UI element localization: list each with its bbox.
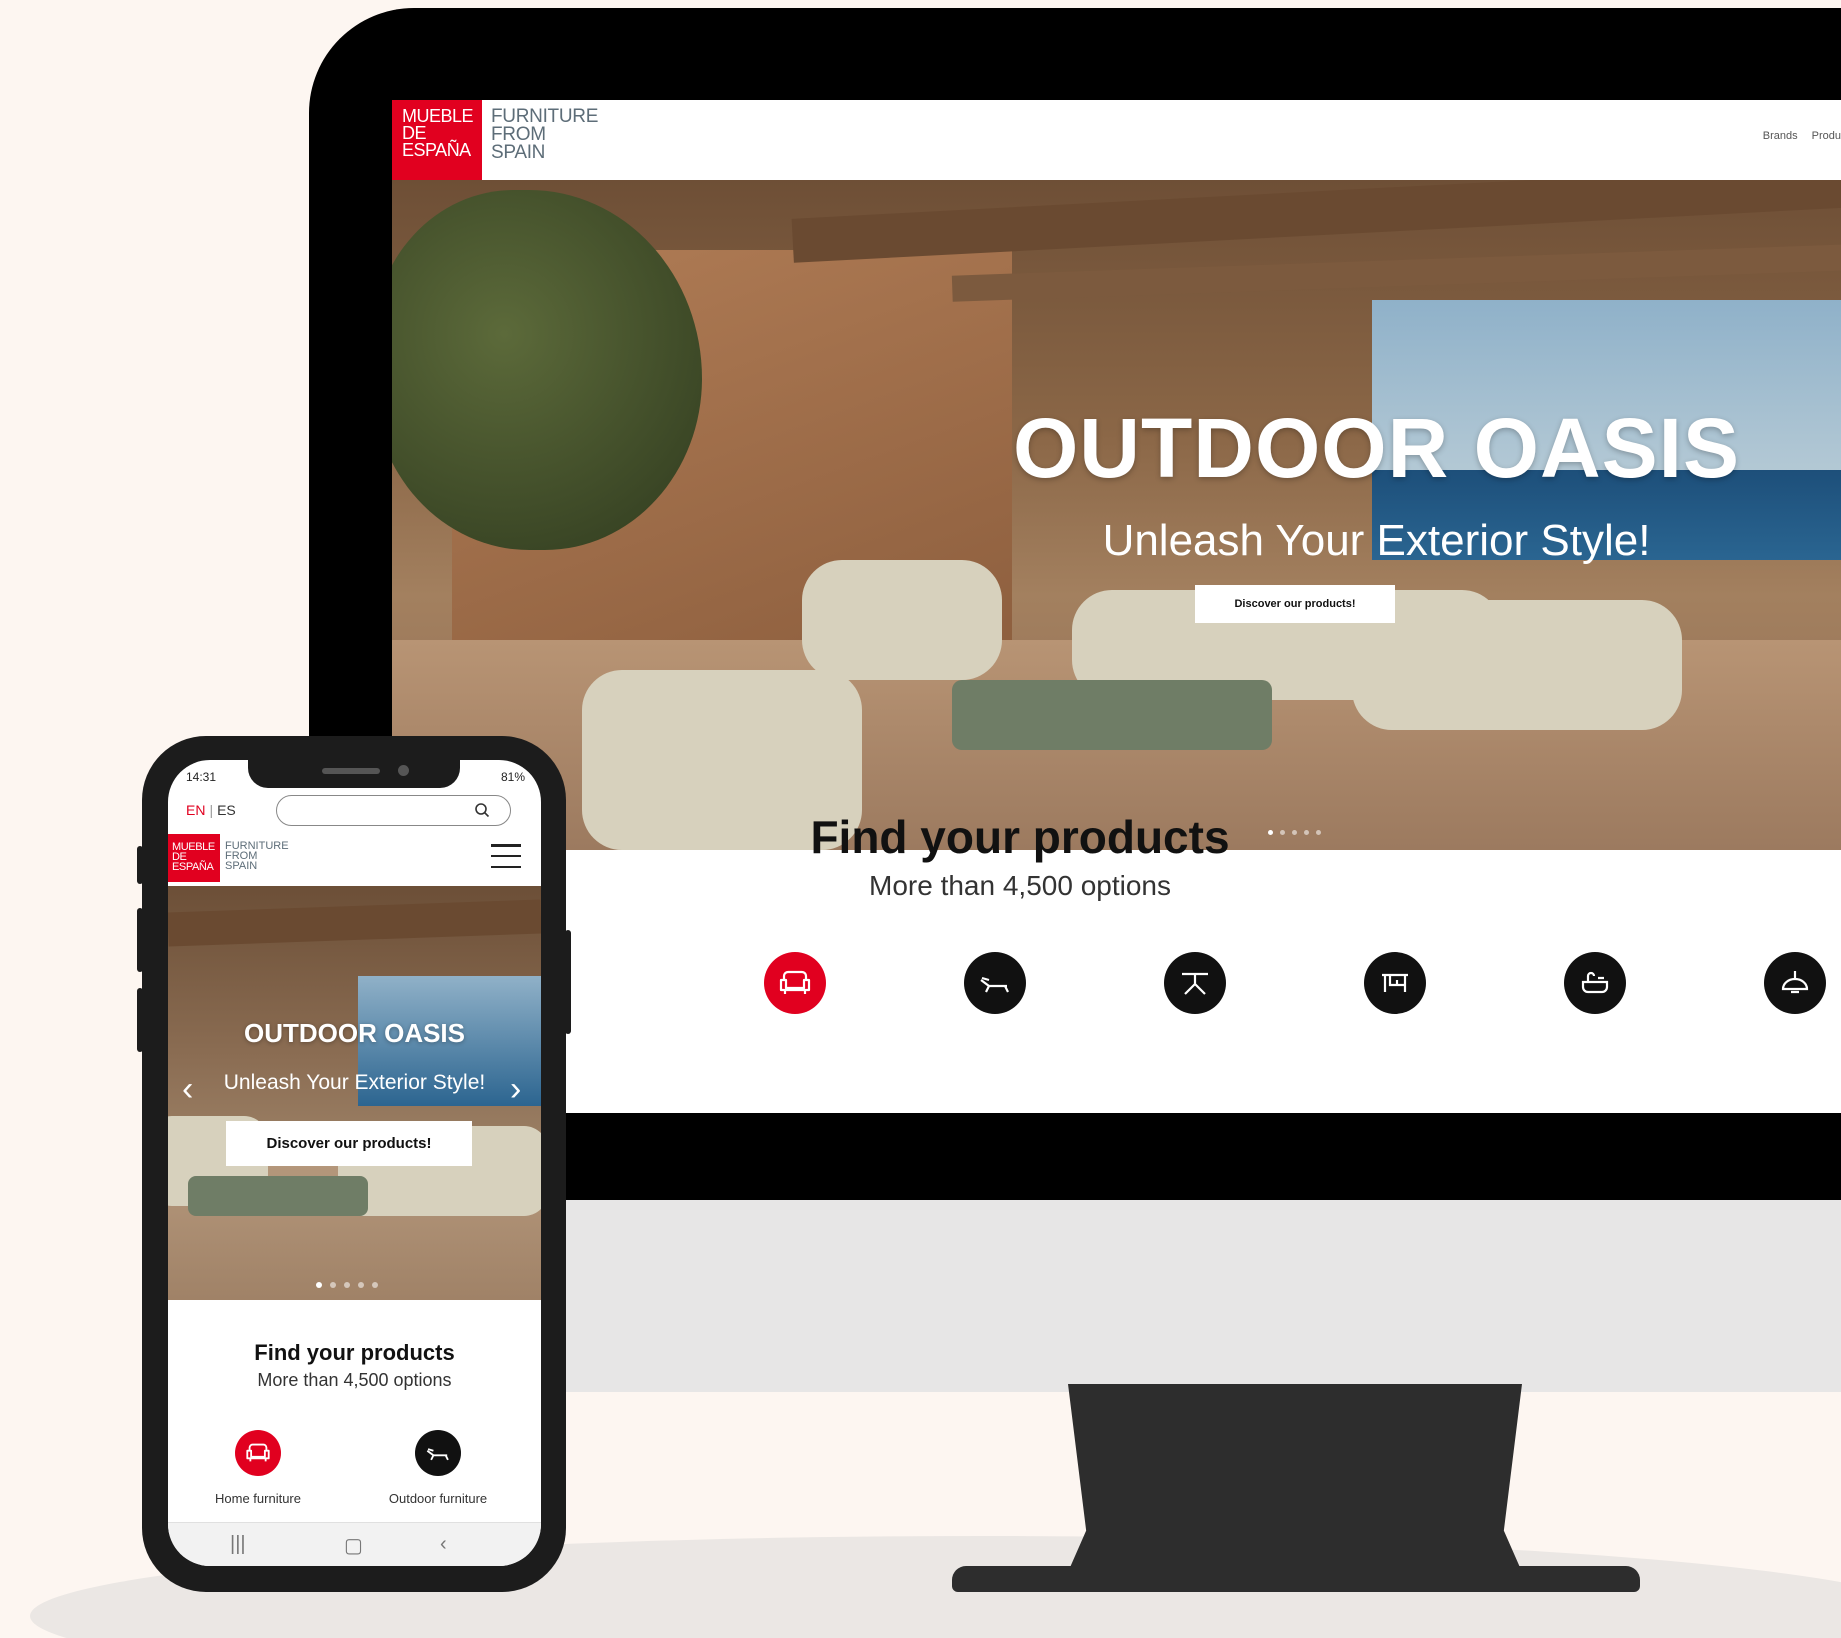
language-es[interactable]: ES: [217, 802, 236, 818]
find-products-subtitle: More than 4,500 options: [869, 870, 1171, 901]
phone-find-products-subtitle: More than 4,500 options: [257, 1370, 452, 1390]
category-desk-button[interactable]: [1364, 952, 1426, 1014]
logo-furniture-from-spain[interactable]: FURNITURE FROM SPAIN: [491, 107, 598, 162]
phone-speaker: [322, 768, 380, 774]
language-en[interactable]: EN: [186, 802, 205, 818]
language-separator: |: [209, 802, 214, 818]
bathroom-icon: [1581, 971, 1609, 994]
monitor-stand-foot: [952, 1566, 1640, 1592]
phone-side-button: [137, 908, 143, 972]
phone-camera: [398, 765, 409, 776]
category-bathroom-button[interactable]: [1564, 952, 1626, 1014]
carousel-dot[interactable]: [372, 1282, 378, 1288]
phone-power-button: [565, 930, 571, 1034]
carousel-dot[interactable]: [344, 1282, 350, 1288]
sunbed-icon: [415, 1430, 461, 1476]
chevron-left-icon[interactable]: ‹: [182, 1072, 193, 1106]
phone-hero-subtitle: Unleash Your Exterior Style!: [223, 1071, 486, 1094]
phone-screen: 14:31 81% EN | ES MUEBLE DE ESPAÑA FURNITU…: [168, 760, 541, 1566]
desktop-top-nav: Brands Produ: [1763, 130, 1841, 142]
category-sunbed-button[interactable]: [964, 952, 1026, 1014]
phone-category-home-furniture[interactable]: Home furniture: [168, 1430, 348, 1506]
language-switcher: EN | ES: [186, 802, 236, 818]
desktop-hero-banner: OUTDOOR OASIS Unleash Your Exterior Styl…: [392, 180, 1841, 850]
hero-armchair: [802, 560, 1002, 680]
phone-hero-title: OUTDOOR OASIS: [243, 1018, 465, 1048]
phone-hero-banner: OUTDOOR OASIS Unleash Your Exterior Styl…: [168, 886, 541, 1300]
phone-side-button: [137, 988, 143, 1052]
category-table-button[interactable]: [1164, 952, 1226, 1014]
table-icon: [1182, 972, 1208, 995]
phone-notch: [248, 760, 460, 788]
hero-coffee-table: [952, 680, 1272, 750]
hero-sofa: [1352, 600, 1682, 730]
desktop-header: MUEBLE DE ESPAÑA FURNITURE FROM SPAIN Br…: [392, 100, 1841, 180]
phone-category-outdoor-furniture[interactable]: Outdoor furniture: [348, 1430, 528, 1506]
carousel-dot[interactable]: [330, 1282, 336, 1288]
nav-link-brands[interactable]: Brands: [1763, 130, 1798, 142]
phone-discover-products-button[interactable]: Discover our products!: [226, 1121, 472, 1166]
phone-status-time: 14:31: [186, 770, 217, 784]
sunbed-icon: [980, 976, 1009, 993]
hero-pergola-beam: [168, 899, 541, 947]
carousel-dot[interactable]: [358, 1282, 364, 1288]
chevron-right-icon[interactable]: ›: [510, 1072, 521, 1106]
armchair-icon: [779, 970, 811, 994]
logo-mueble-de-espana[interactable]: MUEBLE DE ESPAÑA: [392, 100, 482, 180]
phone-logo-mueble-de-espana[interactable]: MUEBLE DE ESPAÑA: [168, 834, 220, 882]
nav-link-products[interactable]: Produ: [1812, 130, 1841, 142]
phone-system-nav-bar: ||| ▢ ‹: [168, 1522, 541, 1566]
category-label: Outdoor furniture: [388, 1491, 488, 1506]
hero-coffee-table: [188, 1176, 368, 1216]
find-products-title: Find your products: [810, 811, 1230, 863]
monitor-stand: [1068, 1384, 1522, 1572]
category-armchair-button[interactable]: [764, 952, 826, 1014]
category-label: Home furniture: [215, 1491, 301, 1506]
phone-status-battery: 81%: [500, 770, 525, 784]
phone-find-products-title: Find your products: [254, 1340, 455, 1365]
back-icon[interactable]: ‹: [440, 1533, 447, 1556]
hero-subtitle: Unleash Your Exterior Style!: [1102, 516, 1651, 565]
desk-icon: [1382, 973, 1408, 992]
carousel-dot[interactable]: [316, 1282, 322, 1288]
hamburger-menu-icon[interactable]: [491, 844, 521, 868]
phone-logo-furniture-from-spain[interactable]: FURNITURE FROM SPAIN: [225, 841, 289, 872]
desktop-screen: MUEBLE DE ESPAÑA FURNITURE FROM SPAIN Br…: [392, 100, 1841, 1113]
discover-products-button[interactable]: Discover our products!: [1195, 585, 1395, 623]
hero-pergola-beam: [951, 244, 1841, 302]
recent-apps-icon[interactable]: |||: [230, 1533, 246, 1556]
phone-side-button: [137, 846, 143, 884]
hero-title: OUTDOOR OASIS: [1012, 401, 1741, 495]
lamp-icon: [1781, 971, 1809, 994]
armchair-icon: [235, 1430, 281, 1476]
home-icon[interactable]: ▢: [344, 1533, 363, 1558]
phone-carousel-dots: [316, 1282, 378, 1288]
category-lamp-button[interactable]: [1764, 952, 1826, 1014]
search-icon[interactable]: [474, 802, 490, 818]
